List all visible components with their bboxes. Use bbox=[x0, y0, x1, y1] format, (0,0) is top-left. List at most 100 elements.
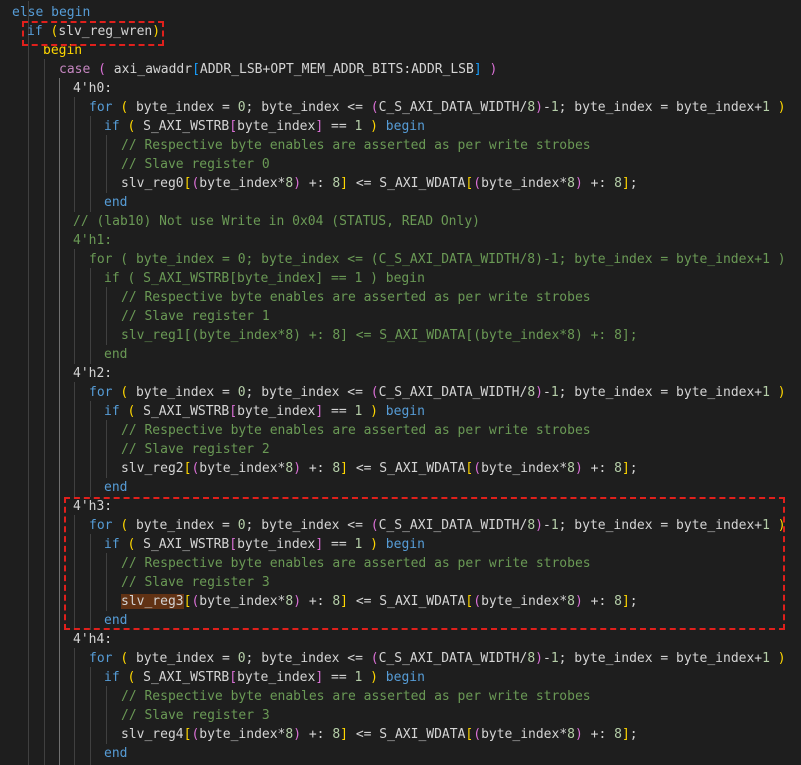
code-editor[interactable]: else begin if (slv_reg_wren)begin case ( a… bbox=[0, 0, 801, 765]
code-token: ] bbox=[340, 727, 348, 742]
code-token: C_S_AXI_DATA_WIDTH/ bbox=[378, 651, 528, 666]
code-line[interactable]: if ( S_AXI_WSTRB[byte_index] == 1 ) begi… bbox=[104, 668, 425, 687]
code-token: begin bbox=[43, 43, 83, 58]
code-token: ) bbox=[489, 62, 498, 77]
code-token: end bbox=[104, 746, 128, 761]
code-line[interactable]: // Slave register 3 bbox=[121, 706, 270, 725]
code-line[interactable]: else begin bbox=[12, 3, 90, 22]
code-line[interactable]: if ( S_AXI_WSTRB[byte_index] == 1 ) begi… bbox=[104, 402, 425, 421]
code-line[interactable]: case ( axi_awaddr[ADDR_LSB+OPT_MEM_ADDR_… bbox=[59, 60, 497, 79]
code-token: ] bbox=[621, 594, 630, 609]
code-line[interactable]: // Slave register 1 bbox=[121, 307, 270, 326]
code-line[interactable]: // Respective byte enables are asserted … bbox=[121, 687, 591, 706]
code-token: slv_reg4 bbox=[121, 727, 184, 742]
code-line[interactable]: slv_reg1[(byte_index*8) +: 8] <= S_AXI_W… bbox=[121, 326, 638, 345]
code-token: for ( byte_index = 0; byte_index <= (C_S… bbox=[89, 252, 786, 267]
code-token: ; byte_index = byte_index+ bbox=[558, 385, 763, 400]
code-token: 8 bbox=[567, 594, 575, 609]
code-line[interactable]: slv_reg2[(byte_index*8) +: 8] <= S_AXI_W… bbox=[121, 459, 638, 478]
code-token: [ bbox=[229, 537, 238, 552]
code-token: slv_reg2 bbox=[121, 461, 184, 476]
code-line[interactable]: if ( S_AXI_WSTRB[byte_index] == 1 ) begi… bbox=[104, 117, 425, 136]
code-line[interactable]: slv_reg4[(byte_index*8) +: 8] <= S_AXI_W… bbox=[121, 725, 638, 744]
code-token: 4'h3: bbox=[73, 499, 113, 514]
indent-guide bbox=[106, 686, 107, 744]
code-token: // Respective byte enables are asserted … bbox=[121, 138, 591, 153]
code-token: byte_index* bbox=[199, 176, 286, 191]
code-token: // Slave register 3 bbox=[121, 575, 270, 590]
code-token: ) bbox=[152, 24, 161, 39]
code-token: // Slave register 2 bbox=[121, 442, 270, 457]
code-token: ( bbox=[473, 176, 482, 191]
code-token: C_S_AXI_DATA_WIDTH/ bbox=[378, 385, 528, 400]
code-token: 8 bbox=[332, 594, 341, 609]
code-line[interactable]: // (lab10) Not use Write in 0x04 (STATUS… bbox=[73, 212, 480, 231]
code-token: byte_index = bbox=[128, 518, 238, 533]
code-token: byte_index = bbox=[128, 100, 238, 115]
code-token: ] bbox=[621, 176, 630, 191]
code-token: ) bbox=[535, 385, 543, 400]
code-token: 1 bbox=[762, 518, 770, 533]
code-token: 8 bbox=[567, 727, 575, 742]
code-line[interactable]: if ( S_AXI_WSTRB[byte_index] == 1 ) begi… bbox=[104, 269, 425, 288]
indent-guide bbox=[74, 249, 75, 364]
code-line[interactable]: // Respective byte enables are asserted … bbox=[121, 421, 591, 440]
code-token: byte_index* bbox=[481, 727, 568, 742]
code-token: ; byte_index <= bbox=[245, 651, 371, 666]
indent-guide bbox=[106, 287, 107, 345]
code-line[interactable]: begin bbox=[43, 41, 82, 60]
code-token: ) bbox=[574, 727, 583, 742]
code-token: ) bbox=[535, 100, 543, 115]
code-line[interactable]: 4'h4: bbox=[73, 630, 112, 649]
code-line[interactable]: // Respective byte enables are asserted … bbox=[121, 554, 591, 573]
code-line[interactable]: end bbox=[104, 345, 127, 364]
code-token: slv_reg0 bbox=[121, 176, 184, 191]
code-line[interactable]: for ( byte_index = 0; byte_index <= (C_S… bbox=[89, 98, 786, 117]
code-line[interactable]: for ( byte_index = 0; byte_index <= (C_S… bbox=[89, 649, 786, 668]
code-token: ] bbox=[621, 727, 630, 742]
code-token: ; bbox=[629, 176, 638, 191]
code-line[interactable]: // Respective byte enables are asserted … bbox=[121, 136, 591, 155]
code-token: ( bbox=[120, 385, 129, 400]
code-token: // Slave register 3 bbox=[121, 708, 270, 723]
code-line[interactable]: // Respective byte enables are asserted … bbox=[121, 288, 591, 307]
code-line[interactable]: for ( byte_index = 0; byte_index <= (C_S… bbox=[89, 250, 786, 269]
code-token: 8 bbox=[332, 176, 341, 191]
code-token: 8 bbox=[614, 176, 622, 191]
code-token: 0 bbox=[237, 518, 246, 533]
code-line[interactable]: // Slave register 0 bbox=[121, 155, 270, 174]
code-line[interactable]: for ( byte_index = 0; byte_index <= (C_S… bbox=[89, 383, 786, 402]
code-line[interactable]: end bbox=[104, 193, 127, 212]
code-line[interactable]: for ( byte_index = 0; byte_index <= (C_S… bbox=[89, 516, 786, 535]
code-token: S_AXI_WSTRB bbox=[135, 404, 230, 419]
code-token: ] bbox=[315, 537, 324, 552]
code-line[interactable]: end bbox=[104, 478, 127, 497]
code-token: ; byte_index <= bbox=[245, 100, 371, 115]
code-line[interactable]: end bbox=[104, 744, 127, 763]
code-line[interactable]: slv_reg0[(byte_index*8) +: 8] <= S_AXI_W… bbox=[121, 174, 638, 193]
code-token: ) bbox=[777, 385, 786, 400]
code-line[interactable]: if (slv_reg_wren) bbox=[27, 22, 160, 41]
code-token: ) bbox=[293, 594, 302, 609]
code-token: 8 bbox=[527, 100, 536, 115]
code-line[interactable]: // Slave register 3 bbox=[121, 573, 270, 592]
code-line[interactable]: slv_reg3[(byte_index*8) +: 8] <= S_AXI_W… bbox=[121, 592, 638, 611]
code-line[interactable]: // Slave register 2 bbox=[121, 440, 270, 459]
code-token: byte_index* bbox=[199, 727, 286, 742]
code-token: ( bbox=[120, 651, 129, 666]
indent-guide bbox=[90, 534, 91, 630]
code-token: ) bbox=[777, 518, 786, 533]
code-line[interactable]: 4'h1: bbox=[73, 231, 112, 250]
code-line[interactable]: 4'h2: bbox=[73, 364, 112, 383]
code-token: slv_reg_wren bbox=[58, 24, 153, 39]
code-token: ] bbox=[315, 670, 324, 685]
code-line[interactable]: 4'h3: bbox=[73, 497, 112, 516]
code-token: begin bbox=[385, 670, 425, 685]
code-line[interactable]: 4'h0: bbox=[73, 79, 112, 98]
code-token: +: bbox=[301, 727, 333, 742]
code-line[interactable]: end bbox=[104, 611, 127, 630]
code-token: // Slave register 0 bbox=[121, 157, 270, 172]
code-line[interactable]: if ( S_AXI_WSTRB[byte_index] == 1 ) begi… bbox=[104, 535, 425, 554]
